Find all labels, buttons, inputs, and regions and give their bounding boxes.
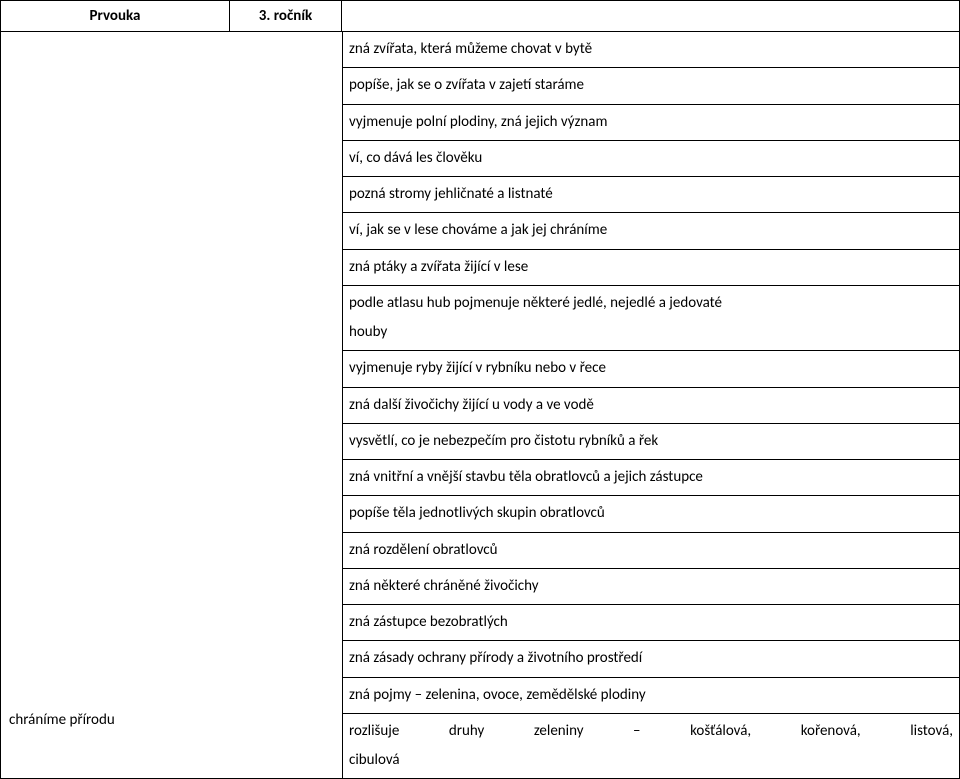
content-cell: zná další živočichy žijící u vody a ve v… <box>342 388 960 424</box>
content-cell: zná zástupce bezobratlých <box>342 605 960 641</box>
content-cell: zná zvířata, která můžeme chovat v bytě <box>342 32 960 68</box>
content-cell: zná rozdělení obratlovců <box>342 533 960 569</box>
right-column: zná zvířata, která můžeme chovat v bytěp… <box>342 32 960 779</box>
table-body-row: chráníme přírodu zná zvířata, která může… <box>0 32 960 779</box>
content-cell: popíše těla jednotlivých skupin obratlov… <box>342 496 960 532</box>
content-cell: ví, co dává les člověku <box>342 141 960 177</box>
content-cell: zná některé chráněné živočichy <box>342 569 960 605</box>
content-cell: vysvětlí, co je nebezpečím pro čistotu r… <box>342 424 960 460</box>
header-empty <box>341 0 960 32</box>
content-cell: zná zásady ochrany přírody a životního p… <box>342 641 960 677</box>
table-header-row: Prvouka 3. ročník <box>0 0 960 32</box>
document-page: Prvouka 3. ročník chráníme přírodu zná z… <box>0 0 960 779</box>
left-column-label: chráníme přírodu <box>9 708 115 732</box>
cell-line-2: houby <box>349 318 953 347</box>
content-cell: vyjmenuje polní plodiny, zná jejich význ… <box>342 105 960 141</box>
cell-line-1: rozlišuje druhy zeleniny – košťálová, ko… <box>349 717 953 746</box>
left-column: chráníme přírodu <box>0 32 343 779</box>
content-cell: vyjmenuje ryby žijící v rybníku nebo v ř… <box>342 351 960 387</box>
content-cell: pozná stromy jehličnaté a listnaté <box>342 177 960 213</box>
content-cell: ví, jak se v lese chováme a jak jej chrá… <box>342 213 960 249</box>
content-cell: zná pojmy – zelenina, ovoce, zemědělské … <box>342 678 960 714</box>
content-cell: popíše, jak se o zvířata v zajetí starám… <box>342 68 960 104</box>
cell-line-1: podle atlasu hub pojmenuje některé jedlé… <box>349 289 953 318</box>
header-subject: Prvouka <box>0 0 230 32</box>
content-cell: podle atlasu hub pojmenuje některé jedlé… <box>342 286 960 352</box>
cell-line-2: cibulová <box>349 746 953 775</box>
header-grade: 3. ročník <box>229 0 342 32</box>
content-cell: zná vnitřní a vnější stavbu těla obratlo… <box>342 460 960 496</box>
content-cell: zná ptáky a zvířata žijící v lese <box>342 250 960 286</box>
